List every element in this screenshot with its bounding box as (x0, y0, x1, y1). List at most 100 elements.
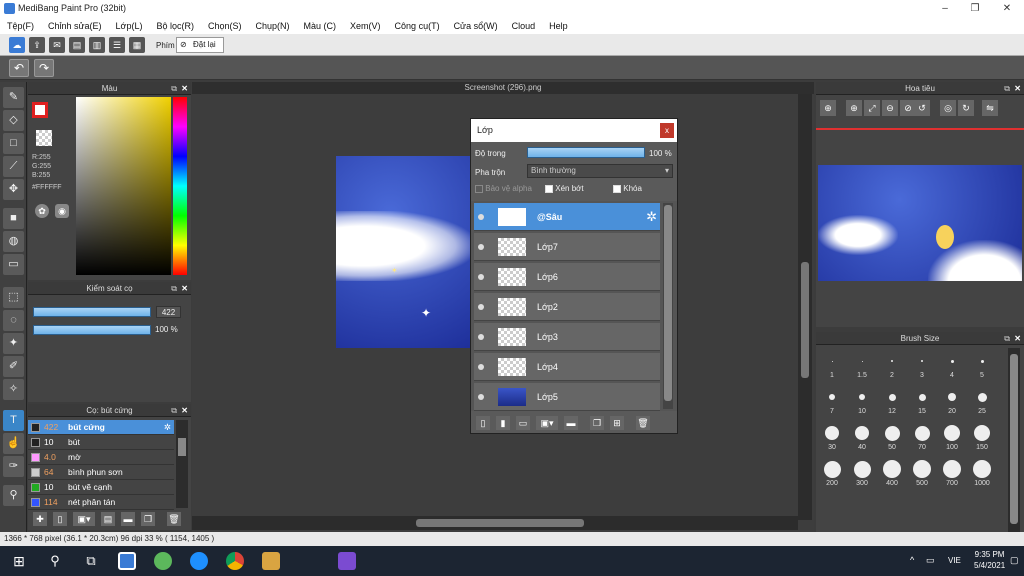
brush-size-cell[interactable]: 2 (878, 350, 906, 380)
select-rect-tool-icon[interactable]: ⬚ (3, 287, 24, 308)
brush-size-cell[interactable]: 400 (878, 458, 906, 488)
reset-button[interactable]: ⊘ Đặt lại (176, 37, 224, 53)
color-picker-icon[interactable]: ◉ (55, 204, 69, 218)
brush-size-cell[interactable]: 15 (908, 386, 936, 416)
pipette-tool-icon[interactable]: ⚲ (3, 485, 24, 506)
visibility-icon[interactable] (478, 334, 484, 340)
import-icon[interactable]: ▤ (101, 512, 115, 526)
delete-icon[interactable]: 🗑 (167, 512, 181, 526)
artwork-canvas[interactable]: ✦ ✶ (336, 156, 472, 348)
brush-list-scrollbar[interactable] (176, 420, 188, 508)
fill-rect-tool-icon[interactable]: ■ (3, 208, 24, 229)
undock-icon[interactable]: ⧉ (171, 82, 177, 95)
brush-size-cell[interactable]: 200 (818, 458, 846, 488)
layer-list-scrollbar[interactable] (663, 203, 673, 409)
duplicate-icon[interactable]: ❐ (141, 512, 155, 526)
close-layer-panel-button[interactable]: x (660, 123, 674, 138)
flip-horizontal-icon[interactable]: ⇋ (982, 100, 998, 116)
brush-size-cell[interactable]: 1000 (968, 458, 996, 488)
menu-tools[interactable]: Công cụ(T) (388, 21, 447, 31)
visibility-icon[interactable] (478, 304, 484, 310)
folder-icon[interactable]: ▬ (564, 416, 578, 430)
hand-tool-icon[interactable]: ☝ (3, 433, 24, 454)
brush-item[interactable]: 422 bút cứng ✲ (28, 420, 174, 435)
undo-icon[interactable]: ↶ (9, 59, 29, 77)
lock-checkbox[interactable]: Khóa (613, 184, 673, 197)
brush-size-cell[interactable]: 20 (938, 386, 966, 416)
close-panel-icon[interactable]: ✕ (1014, 332, 1021, 345)
brush-size-cell[interactable]: 150 (968, 422, 996, 452)
brush-size-cell[interactable]: 1.5 (848, 350, 876, 380)
close-panel-icon[interactable]: ✕ (1014, 82, 1021, 95)
undock-icon[interactable]: ⧉ (171, 404, 177, 417)
message-icon[interactable]: ▤ (69, 37, 85, 53)
scroll-thumb[interactable] (1010, 354, 1018, 524)
layer-row[interactable]: Lớp5 (474, 383, 660, 411)
undock-icon[interactable]: ⧉ (1004, 82, 1010, 95)
new-layer-icon[interactable]: ▯ (476, 416, 490, 430)
zoom-fit-icon[interactable]: ⊕ (846, 100, 862, 116)
brush-item[interactable]: 10 bút vẽ cạnh (28, 480, 174, 495)
brush-size-cell[interactable]: 500 (908, 458, 936, 488)
visibility-icon[interactable] (478, 244, 484, 250)
brush-size-cell[interactable]: 3 (908, 350, 936, 380)
menu-select[interactable]: Chọn(S) (201, 21, 249, 31)
text-tool-icon[interactable]: T (3, 410, 24, 431)
brush-opacity-slider[interactable] (33, 325, 151, 335)
notification-icon[interactable]: ▢ (1010, 555, 1019, 566)
menu-snap[interactable]: Chụp(N) (249, 21, 297, 31)
brush-menu-icon[interactable]: ▣▾ (73, 512, 95, 526)
line-tool-icon[interactable]: ⟋ (3, 156, 24, 177)
layer-menu-icon[interactable]: ▣▾ (536, 416, 558, 430)
navigator-preview[interactable] (818, 165, 1022, 281)
brush-size-cell[interactable]: 300 (848, 458, 876, 488)
duplicate-layer-icon[interactable]: ❐ (590, 416, 604, 430)
undock-icon[interactable]: ⧉ (171, 282, 177, 295)
search-icon[interactable]: ⚲ (46, 552, 64, 570)
eraser-tool-icon[interactable]: ◇ (3, 110, 24, 131)
brush-size-scrollbar[interactable] (1008, 348, 1020, 532)
brush-size-cell[interactable]: 7 (818, 386, 846, 416)
network-icon[interactable]: ▭ (926, 555, 935, 566)
foreground-color-swatch[interactable] (32, 102, 48, 118)
tray-chevron-icon[interactable]: ^ (910, 555, 914, 565)
redo-icon[interactable]: ↷ (34, 59, 54, 77)
canvas-vertical-scrollbar[interactable] (798, 94, 812, 520)
close-button[interactable]: ✕ (992, 1, 1022, 16)
scroll-thumb[interactable] (416, 519, 584, 527)
share-icon[interactable]: ⇪ (29, 37, 45, 53)
menu-file[interactable]: Tệp(F) (0, 21, 41, 31)
layer-row[interactable]: Lớp3 (474, 323, 660, 351)
rotate-left-icon[interactable]: ↺ (914, 100, 930, 116)
document-tab[interactable]: Screenshot (296).png (192, 82, 814, 94)
game-taskbar-icon[interactable] (262, 552, 280, 570)
brush-size-cell[interactable]: 70 (908, 422, 936, 452)
visibility-icon[interactable] (478, 274, 484, 280)
bucket-tool-icon[interactable]: ◍ (3, 231, 24, 252)
new-halftone-layer-icon[interactable]: ▮ (496, 416, 510, 430)
gradient-tool-icon[interactable]: ▭ (3, 254, 24, 275)
zoom-out-icon[interactable]: ⊖ (882, 100, 898, 116)
brush-size-cell[interactable]: 1 (818, 350, 846, 380)
brush-size-cell[interactable]: 25 (968, 386, 996, 416)
brush-size-cell[interactable]: 10 (848, 386, 876, 416)
maximize-button[interactable]: ❐ (960, 1, 990, 16)
canvas-horizontal-scrollbar[interactable] (192, 516, 798, 530)
brush-item[interactable]: 114 nét phân tán (28, 495, 174, 510)
protect-alpha-checkbox[interactable]: Bảo vệ alpha (475, 184, 541, 197)
brush-size-cell[interactable]: 100 (938, 422, 966, 452)
zalo-taskbar-icon[interactable] (190, 552, 208, 570)
fit-window-icon[interactable]: ⤢ (864, 100, 880, 116)
menu-filter[interactable]: Bộ lọc(R) (149, 21, 201, 31)
layer-settings-gear-icon[interactable]: ✲ (646, 209, 657, 225)
layer-row[interactable]: Lớp2 (474, 293, 660, 321)
brush-size-cell[interactable]: 30 (818, 422, 846, 452)
brush-item[interactable]: 64 bình phun sơn (28, 465, 174, 480)
brush-size-slider[interactable] (33, 307, 151, 317)
brush-item[interactable]: 10 bút (28, 435, 174, 450)
brush-tool-icon[interactable]: ✎ (3, 87, 24, 108)
brush-size-cell[interactable]: 4 (938, 350, 966, 380)
chrome-taskbar-icon[interactable] (226, 552, 244, 570)
menu-edit[interactable]: Chỉnh sửa(E) (41, 21, 109, 31)
close-panel-icon[interactable]: ✕ (181, 404, 188, 417)
